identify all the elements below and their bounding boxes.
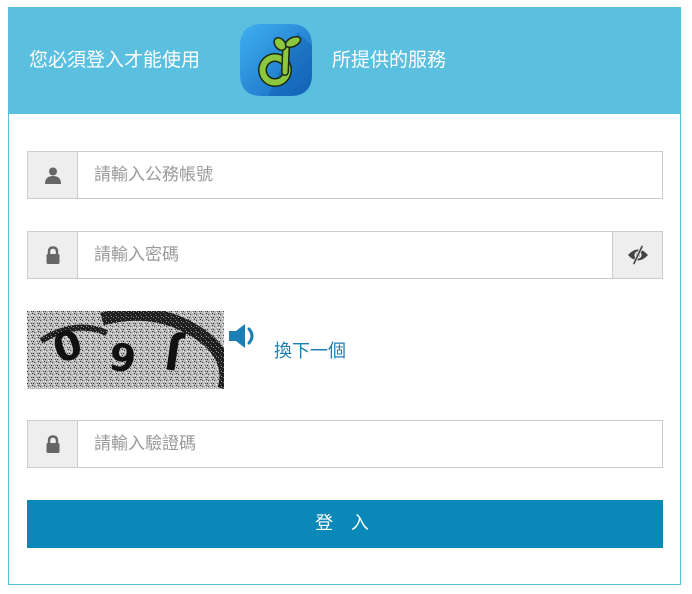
captcha-field (27, 420, 663, 468)
captcha-input[interactable] (79, 421, 662, 467)
refresh-captcha-link[interactable]: 換下一個 (274, 337, 346, 363)
sprout-logo-icon (240, 24, 312, 96)
login-button[interactable]: 登 入 (27, 500, 663, 548)
lock-icon (46, 246, 59, 264)
password-addon (28, 232, 78, 278)
header-title-left: 您必須登入才能使用 (29, 49, 201, 71)
captcha-image: 0 9 J (27, 311, 224, 389)
account-input[interactable] (79, 152, 662, 198)
captcha-addon (28, 421, 78, 467)
account-field (27, 151, 663, 199)
lock-icon (46, 435, 59, 453)
login-panel: 您必須登入才能使用 所提供的服務 請輸入公務帳號 0 9 J 換下一個 請輸入驗… (8, 7, 681, 585)
login-header: 您必須登入才能使用 所提供的服務 (9, 8, 680, 114)
password-input[interactable] (79, 232, 612, 278)
speaker-icon[interactable] (228, 322, 260, 350)
user-icon (44, 167, 61, 184)
account-addon (28, 152, 78, 198)
eye-slash-icon (627, 245, 648, 265)
password-field (27, 231, 663, 279)
password-toggle-button[interactable] (612, 232, 662, 278)
header-title-right: 所提供的服務 (332, 49, 447, 71)
